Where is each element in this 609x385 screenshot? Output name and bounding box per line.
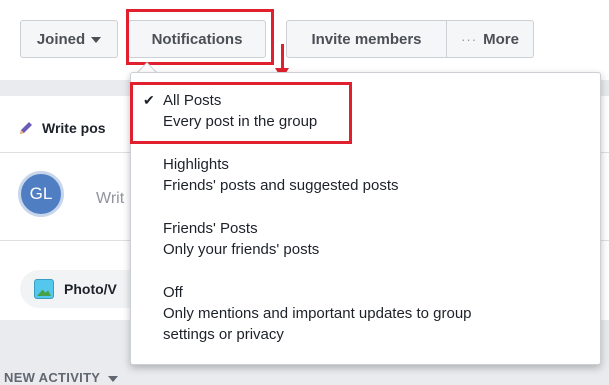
annotation-arrow-line (281, 44, 284, 70)
menu-item-desc-2: settings or privacy (163, 326, 284, 343)
more-dots-icon: ··· (461, 31, 478, 47)
write-post-tab[interactable]: Write pos (18, 108, 106, 148)
menu-item-off[interactable]: Off Only mentions and important updates … (131, 282, 602, 345)
joined-button[interactable]: Joined (20, 20, 118, 58)
menu-item-highlights[interactable]: Highlights Friends' posts and suggested … (131, 154, 602, 196)
group-toolbar: Joined Notifications Invite members ··· … (0, 0, 609, 80)
menu-item-title: Friends' Posts (163, 220, 258, 237)
joined-label: Joined (36, 30, 86, 48)
more-button[interactable]: ··· More (447, 20, 534, 58)
menu-item-desc: Only your friends' posts (163, 241, 320, 258)
menu-item-title: Highlights (163, 156, 229, 173)
write-post-label: Write pos (42, 120, 106, 136)
highlight-box-notifications (126, 9, 274, 65)
avatar[interactable]: GL (18, 171, 64, 217)
caret-down-icon (108, 375, 119, 382)
avatar-initials: GL (29, 184, 53, 203)
menu-item-desc: Friends' posts and suggested posts (163, 177, 399, 194)
caret-down-icon (91, 37, 102, 43)
menu-item-friends-posts[interactable]: Friends' Posts Only your friends' posts (131, 218, 602, 260)
menu-item-desc: Only mentions and important updates to g… (163, 305, 472, 322)
menu-item-title: Off (163, 284, 183, 301)
invite-members-button[interactable]: Invite members (286, 20, 447, 58)
highlight-box-all-posts (130, 82, 352, 144)
new-activity-label: NEW ACTIVITY (4, 370, 101, 385)
photo-icon (34, 279, 54, 299)
more-label: More (483, 30, 519, 48)
write-something-input[interactable]: Writ (96, 190, 124, 208)
pencil-icon (20, 122, 32, 134)
photo-video-label: Photo/V (64, 281, 117, 297)
new-activity-sort[interactable]: NEW ACTIVITY (4, 370, 119, 385)
invite-members-label: Invite members (311, 30, 422, 48)
